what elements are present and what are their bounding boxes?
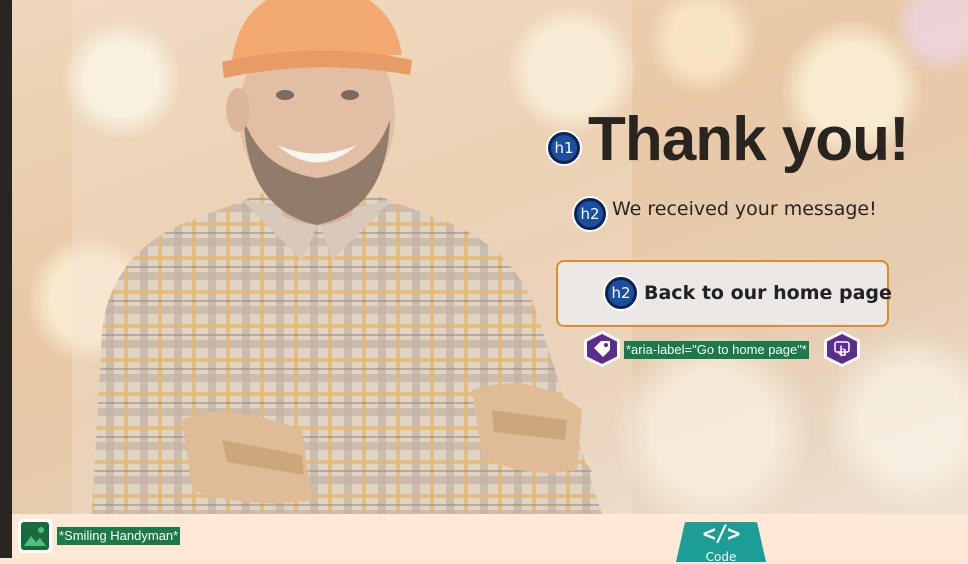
h1-badge-icon: h1 <box>548 132 580 164</box>
window-left-edge <box>0 0 12 558</box>
image-alt-text: *Smiling Handyman* <box>57 527 181 545</box>
image-glyph-icon <box>24 527 46 546</box>
tap-icon <box>824 331 860 367</box>
h2-button-badge-label: h2 <box>611 284 631 302</box>
h1-badge-label: h1 <box>554 139 574 157</box>
h2-button-badge-icon: h2 <box>605 277 637 309</box>
tag-glyph-icon <box>594 341 610 357</box>
image-icon <box>18 519 52 553</box>
tap-glyph-icon <box>834 341 850 357</box>
aria-tag-icon <box>584 331 620 367</box>
page-title: Thank you! <box>588 105 910 174</box>
code-toggle-button[interactable]: </> Code <box>676 522 766 562</box>
h2-badge-icon: h2 <box>574 198 606 230</box>
code-icon: </> <box>702 522 741 547</box>
back-home-button-label: Back to our home page <box>644 282 892 304</box>
hero-background: h1 Thank you! h2 We received your messag… <box>12 0 968 514</box>
page-subtitle: We received your message! <box>612 198 877 220</box>
aria-label-note: *aria-label="Go to home page"* <box>624 341 809 359</box>
thank-you-content: h1 Thank you! h2 We received your messag… <box>532 0 968 514</box>
h2-badge-label: h2 <box>580 205 600 223</box>
back-home-button[interactable]: h2 Back to our home page <box>556 260 892 327</box>
code-label: Code <box>705 550 737 564</box>
